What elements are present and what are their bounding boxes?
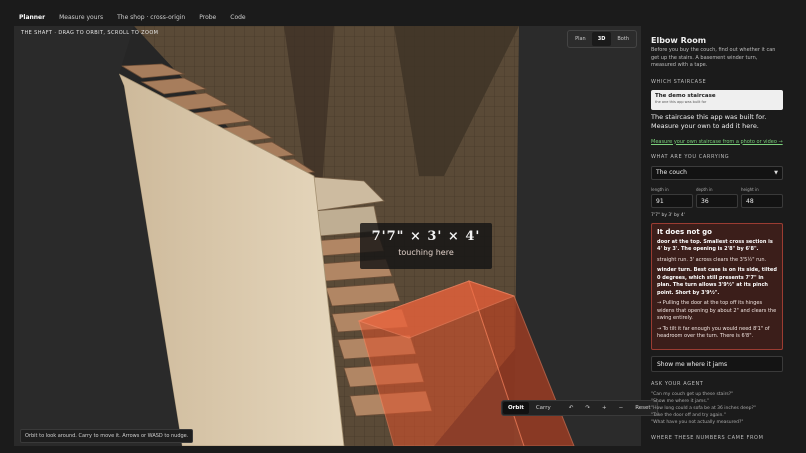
verdict-title: It does not go — [657, 227, 712, 236]
chevron-down-icon: ▼ — [774, 169, 778, 176]
tab-planner[interactable]: Planner — [14, 11, 50, 24]
tab-code[interactable]: Code — [225, 11, 250, 24]
staircase-card-sub: the one this app was built for — [655, 99, 707, 104]
rotate-right-icon[interactable]: ↷ — [580, 402, 595, 414]
agent-question[interactable]: "Show me where it jams." — [651, 398, 783, 405]
length-field: length in 91 — [651, 187, 693, 208]
view-3d-button[interactable]: 3D — [591, 32, 612, 46]
viewport-caption: The shaft · drag to orbit, scroll to zoo… — [21, 30, 159, 36]
zoom-in-icon[interactable]: + — [597, 402, 612, 414]
depth-input[interactable]: 36 — [696, 193, 738, 208]
which-staircase-heading: Which staircase — [651, 78, 707, 85]
height-label: height in — [741, 186, 759, 192]
verdict-tip-door: → Pulling the door at the top off its hi… — [657, 300, 777, 321]
viewport-toolbar: Orbit Carry ↶ ↷ + − Reset — [501, 400, 658, 416]
staircase-card[interactable]: The demo staircase the one this app was … — [651, 89, 783, 110]
carrying-select-value: The couch — [656, 169, 687, 176]
controls-hint: Orbit to look around. Carry to move it. … — [20, 429, 194, 443]
view-mode-toggle: Plan 3D Both — [567, 30, 637, 48]
tab-the-shop[interactable]: The shop · cross-origin — [112, 11, 190, 24]
stair-scene — [14, 26, 641, 446]
zoom-out-icon[interactable]: − — [614, 402, 629, 414]
agent-questions: "Can my couch get up these stairs?" "Sho… — [651, 391, 783, 426]
top-nav: Planner Measure yours The shop · cross-o… — [14, 8, 796, 26]
orbit-mode-button[interactable]: Orbit — [503, 402, 529, 414]
dimension-fields: length in 91 depth in 36 height in 48 — [651, 187, 783, 208]
app-title: Elbow Room — [651, 36, 707, 45]
agent-question[interactable]: "Can my couch get up these stairs?" — [651, 391, 783, 398]
view-both-button[interactable]: Both — [611, 32, 635, 46]
staircase-card-title: The demo staircase — [655, 92, 716, 99]
verdict-door: door at the top. Smallest cross section … — [657, 238, 773, 253]
staircase-description: The staircase this app was built for. Me… — [651, 112, 767, 131]
agent-question[interactable]: "How long could a sofa be at 36 inches d… — [651, 405, 783, 412]
tab-probe[interactable]: Probe — [194, 11, 221, 24]
carrying-heading: What are you carrying — [651, 153, 730, 160]
carry-mode-button[interactable]: Carry — [531, 402, 556, 414]
carrying-select[interactable]: The couch ▼ — [651, 165, 783, 180]
verdict-card: It does not go door at the top. Smallest… — [651, 222, 783, 350]
show-jam-button[interactable]: Show me where it jams — [651, 355, 783, 372]
rotate-left-icon[interactable]: ↶ — [564, 402, 579, 414]
verdict-winder: winder turn. Best case is on its side, t… — [657, 267, 777, 296]
ask-agent-heading: Ask your agent — [651, 380, 704, 387]
app-subtitle: Before you buy the couch, find out wheth… — [651, 47, 776, 68]
verdict-tip-tilt: → To tilt it far enough you would need 8… — [657, 325, 770, 340]
length-input[interactable]: 91 — [651, 193, 693, 208]
dimension-sublabel: touching here — [398, 248, 454, 257]
height-field: height in 48 — [741, 187, 783, 208]
view-plan-button[interactable]: Plan — [569, 32, 592, 46]
size-summary: 7'7" by 3' by 4' — [651, 212, 685, 218]
length-label: length in — [651, 186, 669, 192]
side-panel: Elbow Room Before you buy the couch, fin… — [651, 36, 783, 446]
depth-field: depth in 36 — [696, 187, 738, 208]
stair-3d-viewport[interactable]: The shaft · drag to orbit, scroll to zoo… — [14, 26, 641, 446]
tab-measure-yours[interactable]: Measure yours — [54, 11, 108, 24]
agent-question[interactable]: "Take the door off and try again." — [651, 412, 783, 419]
dimension-value: 7'7" × 3' × 4' — [371, 229, 481, 244]
depth-label: depth in — [696, 186, 713, 192]
height-input[interactable]: 48 — [741, 193, 783, 208]
dimension-readout: 7'7" × 3' × 4' touching here — [360, 223, 492, 269]
measure-own-link[interactable]: Measure your own staircase from a photo … — [651, 139, 783, 145]
agent-question[interactable]: "What have you not actually measured?" — [651, 419, 783, 426]
numbers-source-heading: Where these numbers came from — [651, 434, 764, 441]
verdict-straight-run: straight run. 3' across clears the 3'5½"… — [657, 256, 767, 263]
